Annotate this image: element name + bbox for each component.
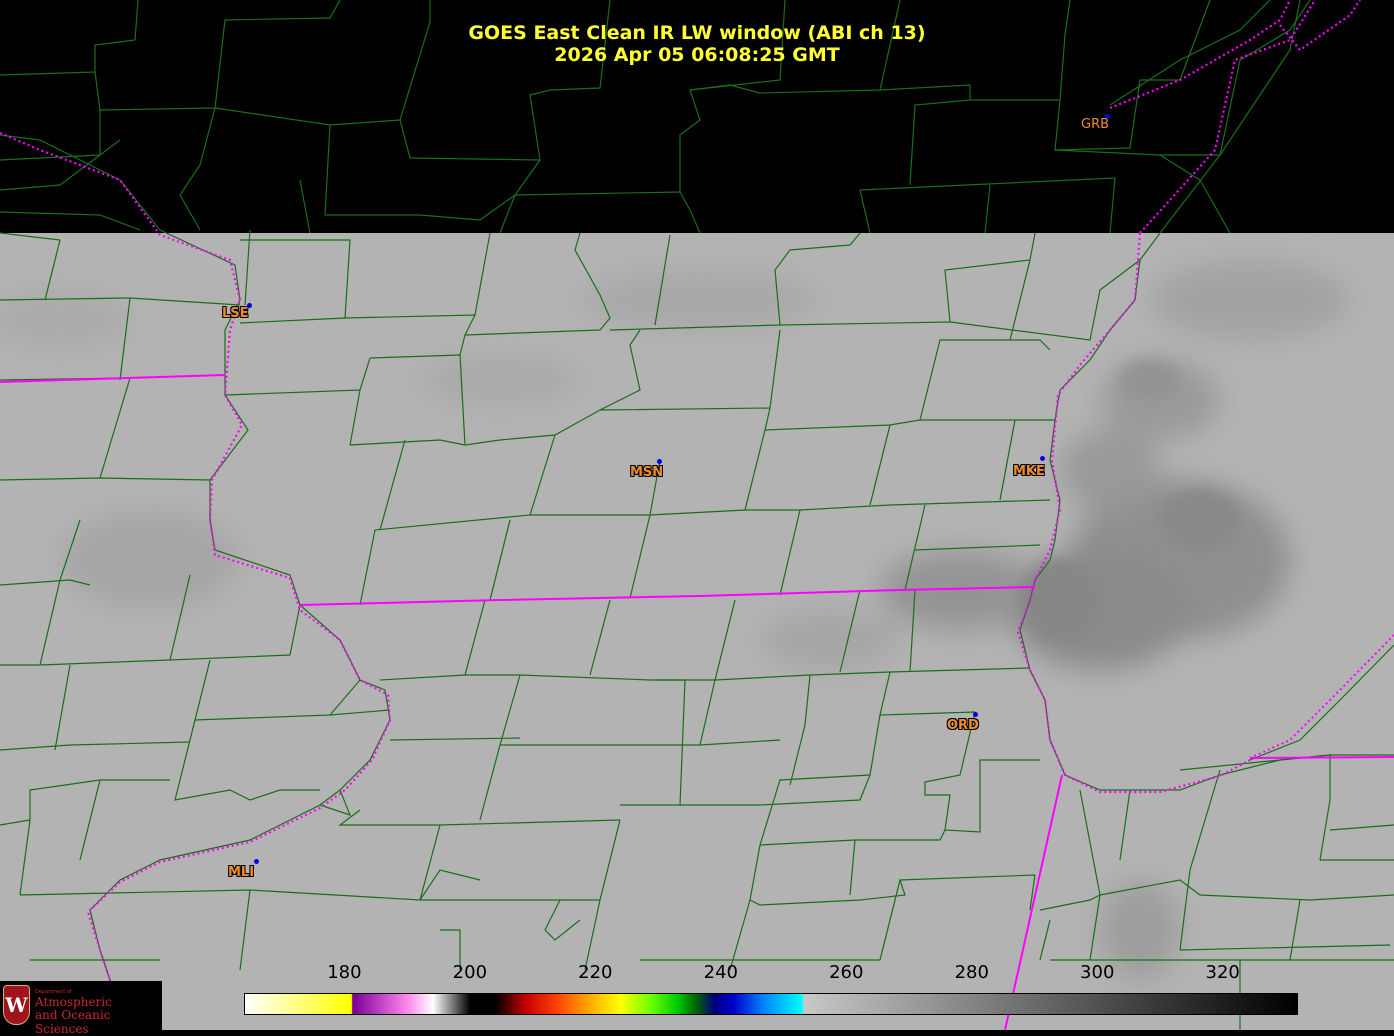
station-dot-msn xyxy=(657,459,662,464)
image-timestamp: 2026 Apr 05 06:08:25 GMT xyxy=(554,44,840,66)
logo-line2: and Oceanic Sciences xyxy=(35,1008,111,1036)
colorbar-tick: 240 xyxy=(703,962,738,983)
city-label-mke: MKE xyxy=(1013,464,1045,479)
colorbar-tick: 300 xyxy=(1080,962,1115,983)
colorbar-tick: 280 xyxy=(954,962,989,983)
station-dot-mke xyxy=(1040,456,1045,461)
colorbar-tick: 220 xyxy=(578,962,613,983)
logo-line1: Atmospheric xyxy=(35,995,112,1009)
city-label-mli: MLI xyxy=(228,865,255,880)
station-dot-mli xyxy=(254,859,259,864)
city-label-ord: ORD xyxy=(947,718,979,733)
city-label-grb: GRB xyxy=(1081,117,1110,132)
city-label-msn: MSN xyxy=(630,465,664,480)
colorbar-tick: 260 xyxy=(829,962,864,983)
image-title: GOES East Clean IR LW window (ABI ch 13) xyxy=(468,22,926,44)
colorbar-tick: 180 xyxy=(327,962,362,983)
colorbar-tick: 320 xyxy=(1205,962,1240,983)
aos-logo: W Department of Atmospheric and Oceanic … xyxy=(0,981,162,1036)
station-dot-ord xyxy=(973,712,978,717)
satellite-map xyxy=(0,0,1394,1030)
colorbar-tick: 200 xyxy=(452,962,488,983)
city-label-lse: LSE xyxy=(222,306,249,321)
temperature-colorbar xyxy=(244,993,1298,1015)
uw-seal-icon: W xyxy=(3,985,30,1025)
